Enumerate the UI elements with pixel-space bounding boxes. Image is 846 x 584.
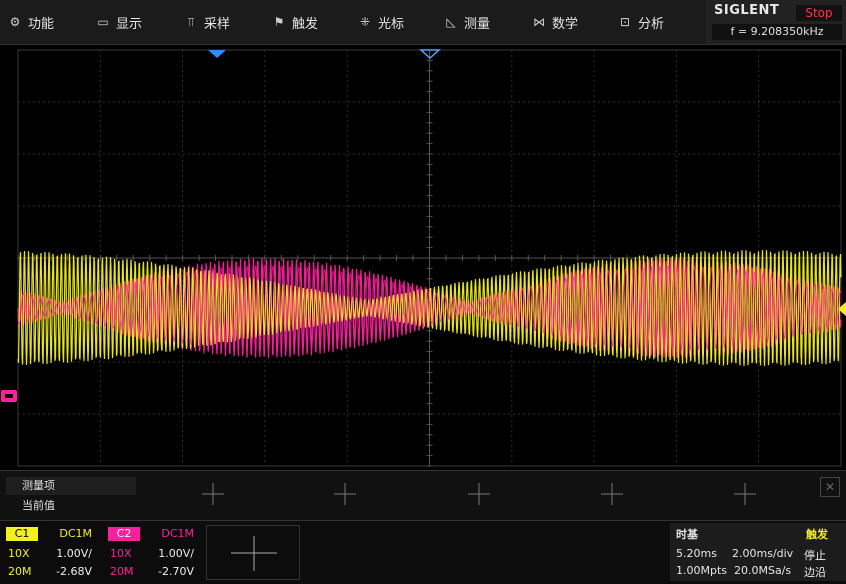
menu-display[interactable]: ▭ 显示: [96, 8, 142, 36]
frequency-readout: f = 9.208350kHz: [712, 24, 842, 40]
add-channel-slot[interactable]: [206, 525, 300, 580]
menu-measure-label: 测量: [464, 16, 491, 32]
flag-icon: ⚑: [273, 15, 285, 29]
acquire-icon: ⫪: [187, 15, 195, 29]
c1-label: C1: [6, 527, 38, 541]
scope-display[interactable]: [0, 45, 846, 470]
c2-scale: 1.00V/: [158, 547, 194, 560]
timebase-delay: 5.20ms: [676, 547, 717, 560]
c2-probe: 10X: [110, 547, 132, 560]
menu-display-label: 显示: [116, 16, 143, 32]
c1-coupling: DC1M: [59, 527, 92, 540]
plus-icon: [231, 536, 277, 571]
timebase-scale: 2.00ms/div: [732, 547, 794, 560]
gear-icon: ⚙: [9, 15, 21, 29]
cursor-icon: ⁜: [359, 15, 371, 29]
menu-cursor-label: 光标: [378, 16, 405, 32]
menu-function-label: 功能: [28, 16, 55, 32]
menu-acquire-label: 采样: [204, 16, 231, 32]
trigger-position-marker[interactable]: [208, 50, 226, 58]
analyze-icon: ⊡: [619, 15, 631, 29]
memory-depth: 1.00Mpts: [676, 564, 728, 577]
waveform-canvas[interactable]: [0, 45, 846, 470]
c1-offset: -2.68V: [56, 565, 92, 578]
status-bar: C1 DC1M 10X 1.00V/ 20M -2.68V C2 DC1M 10…: [0, 520, 846, 584]
menu-analyze-label: 分析: [638, 16, 665, 32]
close-icon[interactable]: ✕: [820, 477, 840, 497]
trigger-panel[interactable]: 触发 停止 边沿: [800, 523, 846, 581]
math-icon: ⋈: [533, 15, 545, 29]
c1-probe: 10X: [8, 547, 30, 560]
monitor-icon: ▭: [97, 15, 109, 29]
menu-measure[interactable]: ◺ 测量: [444, 8, 490, 36]
channel-1-panel[interactable]: C1 DC1M 10X 1.00V/ 20M -2.68V: [2, 525, 96, 580]
menu-cursor[interactable]: ⁜ 光标: [358, 8, 404, 36]
menu-math[interactable]: ⋈ 数学: [532, 8, 578, 36]
menu-acquire[interactable]: ⫪ 采样: [184, 8, 230, 36]
timebase-panel[interactable]: 时基 5.20ms 2.00ms/div 1.00Mpts 20.0MSa/s: [670, 523, 800, 581]
c2-label: C2: [108, 527, 140, 541]
menu-math-label: 数学: [552, 16, 579, 32]
sample-rate: 20.0MSa/s: [734, 564, 792, 577]
c2-offset: -2.70V: [158, 565, 194, 578]
brand-panel: SIGLENT Stop f = 9.208350kHz: [706, 0, 846, 44]
c2-bandwidth: 20M: [110, 565, 134, 578]
menu-analyze[interactable]: ⊡ 分析: [618, 8, 664, 36]
c2-coupling: DC1M: [161, 527, 194, 540]
brand-logo: SIGLENT: [714, 3, 780, 18]
c1-bandwidth: 20M: [8, 565, 32, 578]
trigger-title: 触发: [806, 528, 828, 541]
trigger-state: 停止: [804, 549, 826, 562]
trigger-type: 边沿: [804, 566, 826, 579]
c1-scale: 1.00V/: [56, 547, 92, 560]
c2-ground-marker-glyph: [5, 394, 13, 398]
menu-function[interactable]: ⚙ 功能: [8, 8, 54, 36]
channel-2-panel[interactable]: C2 DC1M 10X 1.00V/ 20M -2.70V: [104, 525, 198, 580]
menu-trigger-label: 触发: [292, 16, 319, 32]
ruler-icon: ◺: [446, 15, 456, 29]
run-stop-status[interactable]: Stop: [796, 5, 842, 21]
menu-trigger[interactable]: ⚑ 触发: [272, 8, 318, 36]
measure-slots[interactable]: [0, 471, 846, 521]
measure-panel: 测量项 当前值 ✕: [0, 470, 846, 521]
menu-bar: ⚙ 功能 ▭ 显示 ⫪ 采样 ⚑ 触发 ⁜ 光标 ◺ 测量 ⋈ 数学 ⊡ 分析 …: [0, 0, 846, 45]
timebase-title: 时基: [676, 528, 698, 541]
